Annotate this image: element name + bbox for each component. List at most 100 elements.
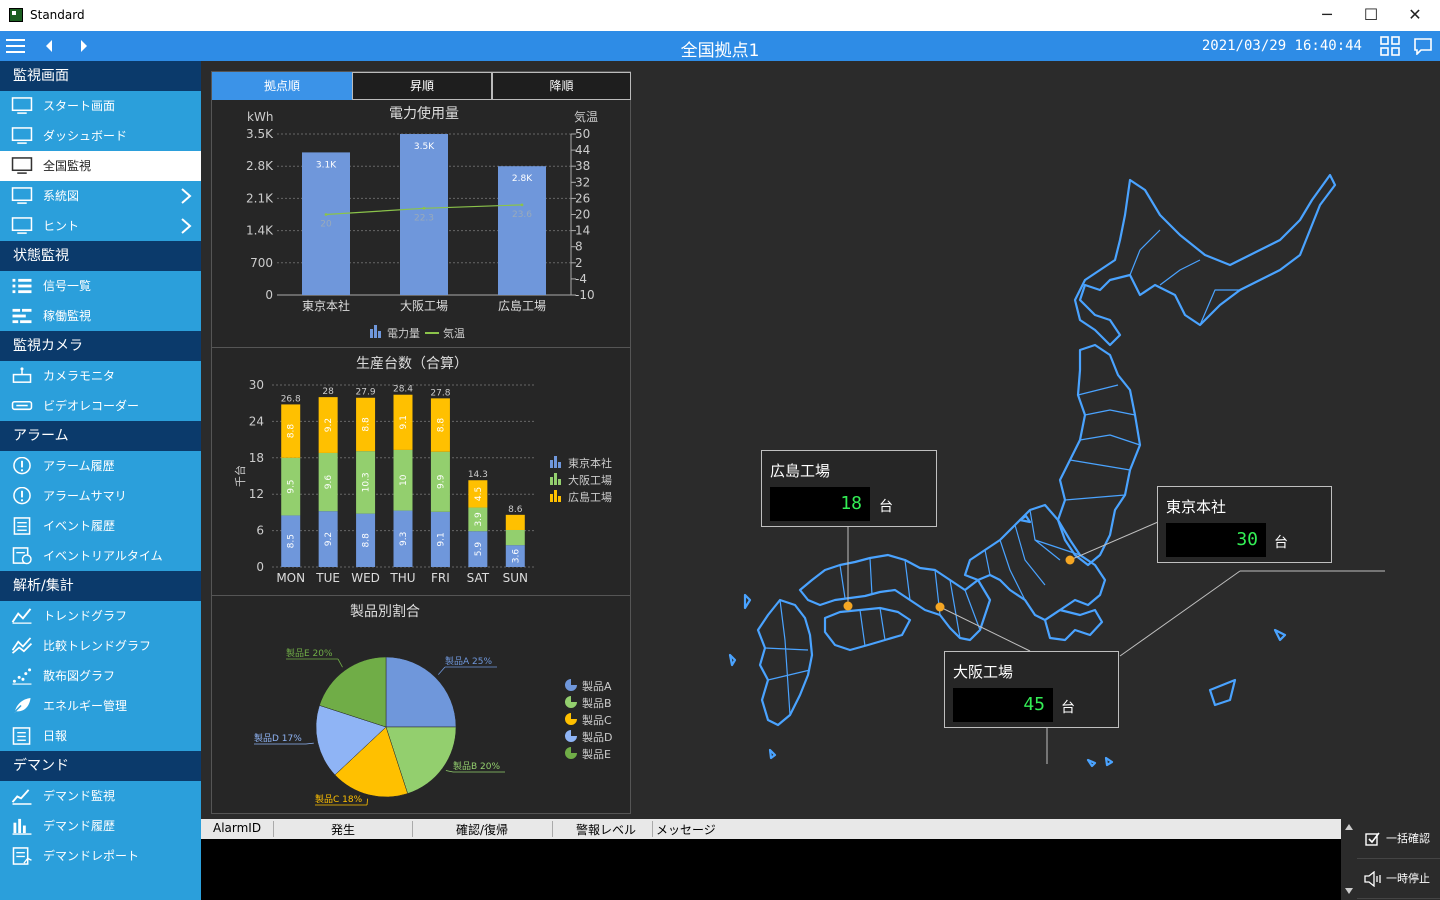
- production-chart: 生産台数（合算） 千台 0 6 12 18 24 30 8.5 9.5 8.8 26.8 MON 9.2 9…: [233, 356, 612, 585]
- sidebar-item[interactable]: エネルギー管理: [0, 691, 201, 721]
- segment-data-label: 8.8: [287, 424, 297, 439]
- segment-data-label: 5.9: [474, 542, 484, 557]
- layout-grid-icon[interactable]: [1380, 36, 1400, 56]
- sidebar-item[interactable]: 系統図: [0, 181, 201, 211]
- close-button[interactable]: ✕: [1392, 0, 1438, 31]
- sidebar-section-header: 状態監視: [0, 241, 201, 271]
- camera-icon: [12, 367, 32, 383]
- sidebar-item[interactable]: デマンド監視: [0, 781, 201, 811]
- app-header: 全国拠点1 2021/03/29 16:40:44: [0, 31, 1440, 61]
- sidebar-item[interactable]: デマンド履歴: [0, 811, 201, 841]
- sidebar-item[interactable]: 散布図グラフ: [0, 661, 201, 691]
- alarm-table[interactable]: AlarmID 発生 確認/復帰 警報レベル メッセージ: [201, 819, 1341, 900]
- sidebar-item[interactable]: 稼働監視: [0, 301, 201, 331]
- legend-label: 製品D: [582, 730, 612, 744]
- segment-data-label: 10: [399, 474, 409, 486]
- site-unit: 台: [879, 499, 893, 515]
- y2-axis-label: 気温: [574, 109, 598, 124]
- sidebar-item[interactable]: ダッシュボード: [0, 121, 201, 151]
- column-header-message[interactable]: メッセージ: [656, 821, 716, 838]
- sidebar-item-label: ダッシュボード: [43, 129, 128, 143]
- chart-title: 電力使用量: [389, 105, 459, 122]
- tab-descending[interactable]: 降順: [492, 72, 631, 100]
- pie-leader-line: [366, 798, 368, 806]
- sidebar-item[interactable]: イベントリアルタイム: [0, 541, 201, 571]
- alarm-scrollbar[interactable]: [1341, 819, 1357, 900]
- sidebar-item[interactable]: スタート画面: [0, 91, 201, 121]
- x-tick-label: SAT: [467, 571, 490, 585]
- sidebar-item[interactable]: ビデオレコーダー: [0, 391, 201, 421]
- site-panel-hiroshima[interactable]: 広島工場 18 台: [761, 450, 937, 527]
- sidebar-item[interactable]: カメラモニタ: [0, 361, 201, 391]
- legend-swatch: [554, 490, 557, 502]
- scroll-down-icon[interactable]: [1345, 888, 1353, 894]
- report-icon: [12, 727, 31, 745]
- pie-data-label: 製品A 25%: [445, 655, 492, 667]
- product-share-chart: 製品別割合製品A 25% 製品B 20% 製品C 18% 製品D 17% 製品E 20%…: [254, 603, 612, 806]
- bar-data-label: 3.1K: [316, 160, 337, 170]
- legend-bar-swatch: [374, 325, 377, 338]
- minimize-button[interactable]: ─: [1304, 0, 1350, 31]
- sidebar-item-label: アラームサマリ: [43, 489, 127, 503]
- tohoku-outline: [1056, 343, 1142, 567]
- column-header-alarmid[interactable]: AlarmID: [213, 821, 261, 835]
- legend-pie-swatch: [565, 679, 577, 691]
- sidebar-item[interactable]: 日報: [0, 721, 201, 751]
- site-name: 広島工場: [770, 462, 831, 480]
- legend-label: 東京本社: [568, 456, 612, 470]
- tab-site-order[interactable]: 拠点順: [212, 72, 352, 100]
- monitor-icon: [11, 217, 33, 234]
- y-tick-label: 0: [256, 560, 264, 574]
- chevron-right-icon[interactable]: [179, 188, 193, 204]
- legend-label: 製品E: [582, 747, 611, 761]
- tab-ascending[interactable]: 昇順: [352, 72, 492, 100]
- legend-swatch: [550, 460, 553, 468]
- column-header-occurred[interactable]: 発生: [331, 821, 355, 838]
- y2-tick-label: 32: [575, 175, 590, 189]
- x-tick-label: 大阪工場: [400, 299, 448, 313]
- sidebar-item-label: トレンドグラフ: [43, 609, 128, 623]
- total-data-label: 27.8: [430, 388, 450, 398]
- column-header-level[interactable]: 警報レベル: [576, 821, 636, 838]
- site-panel-tokyo[interactable]: 東京本社 30 台: [1157, 486, 1332, 563]
- sidebar-item-label: デマンド監視: [43, 789, 116, 803]
- legend-label: 大阪工場: [568, 473, 612, 487]
- maximize-button[interactable]: ☐: [1348, 0, 1394, 31]
- recorder-icon: [11, 400, 33, 411]
- sidebar-item[interactable]: デマンドレポート: [0, 841, 201, 871]
- message-icon[interactable]: [1413, 37, 1433, 55]
- sidebar-item[interactable]: トレンドグラフ: [0, 601, 201, 631]
- tokyo-marker[interactable]: [1065, 555, 1075, 565]
- ack-all-button[interactable]: 一括確認: [1357, 819, 1440, 859]
- sidebar-item[interactable]: 全国監視: [0, 151, 201, 181]
- osaka-marker[interactable]: [935, 602, 945, 612]
- sidebar-item[interactable]: ヒント: [0, 211, 201, 241]
- segment-data-label: 9.6: [324, 475, 334, 490]
- list-icon: [12, 278, 32, 294]
- demand-icon: [11, 789, 32, 805]
- legend-swatch: [558, 496, 561, 502]
- sidebar-item-label: イベント履歴: [43, 519, 116, 533]
- y2-tick-label: 20: [575, 208, 590, 222]
- line-point: [422, 206, 426, 210]
- total-data-label: 27.9: [356, 388, 376, 398]
- sidebar-item[interactable]: イベント履歴: [0, 511, 201, 541]
- sidebar-item[interactable]: アラームサマリ: [0, 481, 201, 511]
- chevron-right-icon[interactable]: [179, 218, 193, 234]
- site-count: 30: [1166, 523, 1266, 557]
- pause-button[interactable]: 一時停止: [1357, 859, 1440, 899]
- pie-data-label: 製品C 18%: [315, 793, 363, 805]
- window-title: Standard: [30, 8, 85, 22]
- site-count: 18: [770, 487, 870, 521]
- hiroshima-marker[interactable]: [843, 601, 853, 611]
- chart-panel: 拠点順 昇順 降順 電力使用量 kWh 気温 0 700 1.4K 2.1K 2.8K 3.5K…: [211, 71, 631, 814]
- sidebar-item-label: 稼働監視: [43, 309, 92, 323]
- column-header-ack[interactable]: 確認/復帰: [456, 821, 508, 838]
- sidebar-item[interactable]: アラーム履歴: [0, 451, 201, 481]
- sidebar-item[interactable]: 比較トレンドグラフ: [0, 631, 201, 661]
- leaf-icon: [12, 697, 31, 715]
- site-panel-osaka[interactable]: 大阪工場 45 台: [944, 651, 1119, 728]
- sidebar-item[interactable]: 信号一覧: [0, 271, 201, 301]
- scroll-up-icon[interactable]: [1345, 824, 1353, 830]
- segment-data-label: 4.5: [474, 487, 484, 501]
